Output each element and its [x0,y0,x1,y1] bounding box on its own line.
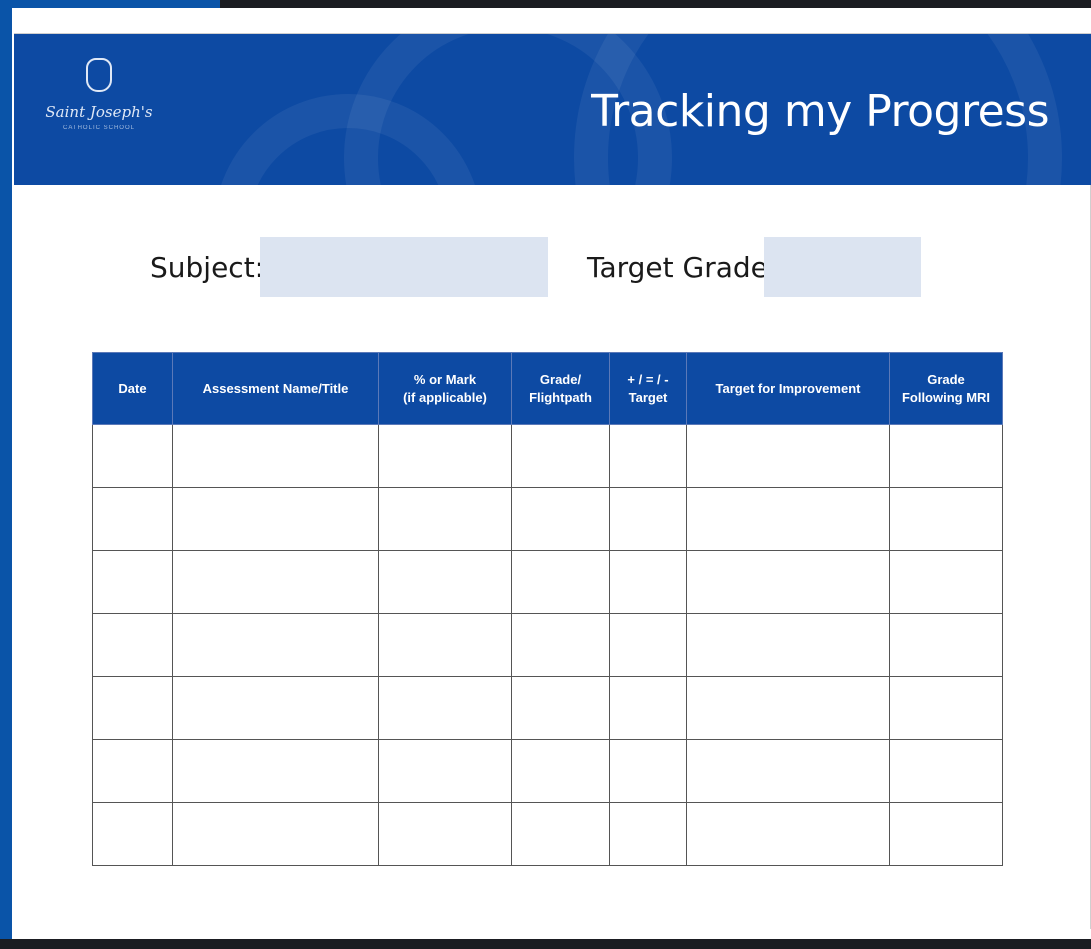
table-cell[interactable] [889,550,1003,614]
table-cell[interactable] [609,802,687,866]
table-cell[interactable] [686,424,890,488]
subject-input[interactable] [260,237,548,297]
table-row [92,424,1003,488]
table-cell[interactable] [686,739,890,803]
table-cell[interactable] [172,739,379,803]
table-row [92,550,1003,614]
header-banner: Saint Joseph's CATHOLIC SCHOOL Tracking … [14,34,1091,185]
table-cell[interactable] [92,676,173,740]
table-row [92,487,1003,551]
table-cell[interactable] [686,676,890,740]
subject-label: Subject: [150,251,265,284]
column-header: Grade Following MRI [889,352,1003,425]
table-cell[interactable] [609,550,687,614]
table-cell[interactable] [378,487,512,551]
table-cell[interactable] [889,487,1003,551]
table-cell[interactable] [172,802,379,866]
table-cell[interactable] [92,487,173,551]
table-cell[interactable] [686,550,890,614]
table-cell[interactable] [511,739,610,803]
school-subtitle: CATHOLIC SCHOOL [63,125,135,131]
school-logo: Saint Joseph's CATHOLIC SCHOOL [44,58,154,131]
table-cell[interactable] [511,550,610,614]
table-cell[interactable] [609,487,687,551]
column-header: Date [92,352,173,425]
table-cell[interactable] [172,613,379,677]
table-cell[interactable] [511,676,610,740]
table-cell[interactable] [92,424,173,488]
table-cell[interactable] [172,487,379,551]
progress-table: Date Assessment Name/Title% or Mark (if a… [92,352,1003,866]
bottom-bar [0,939,1091,949]
table-cell[interactable] [92,613,173,677]
table-cell[interactable] [511,613,610,677]
crest-icon [86,58,112,92]
table-cell[interactable] [378,550,512,614]
table-cell[interactable] [609,676,687,740]
table-cell[interactable] [92,739,173,803]
table-row [92,613,1003,677]
table-row [92,802,1003,866]
table-cell[interactable] [889,424,1003,488]
table-cell[interactable] [92,802,173,866]
column-header: Assessment Name/Title [172,352,379,425]
table-cell[interactable] [172,676,379,740]
target-grade-label: Target Grade: [587,251,778,284]
table-cell[interactable] [609,424,687,488]
table-cell[interactable] [609,739,687,803]
table-cell[interactable] [511,424,610,488]
table-cell[interactable] [511,487,610,551]
table-cell[interactable] [378,613,512,677]
table-header-row: Date Assessment Name/Title% or Mark (if a… [92,352,1003,425]
table-cell[interactable] [889,676,1003,740]
school-name: Saint Joseph's [45,103,153,121]
table-row [92,739,1003,803]
column-header: Grade/ Flightpath [511,352,610,425]
table-cell[interactable] [378,424,512,488]
left-edge [0,0,12,949]
table-cell[interactable] [92,550,173,614]
table-cell[interactable] [378,739,512,803]
column-header: % or Mark (if applicable) [378,352,512,425]
table-cell[interactable] [686,613,890,677]
table-cell[interactable] [889,802,1003,866]
table-cell[interactable] [889,613,1003,677]
table-cell[interactable] [172,550,379,614]
table-row [92,676,1003,740]
table-cell[interactable] [172,424,379,488]
table-cell[interactable] [378,676,512,740]
column-header: Target for Improvement [686,352,890,425]
page-title: Tracking my Progress [591,86,1049,137]
table-cell[interactable] [511,802,610,866]
top-bar-accent [0,0,220,8]
table-cell[interactable] [889,739,1003,803]
worksheet-page: Saint Joseph's CATHOLIC SCHOOL Tracking … [14,33,1091,929]
target-grade-input[interactable] [764,237,921,297]
table-cell[interactable] [609,613,687,677]
table-cell[interactable] [686,802,890,866]
table-cell[interactable] [686,487,890,551]
column-header: + / = / - Target [609,352,687,425]
table-cell[interactable] [378,802,512,866]
table-body [92,424,1003,866]
